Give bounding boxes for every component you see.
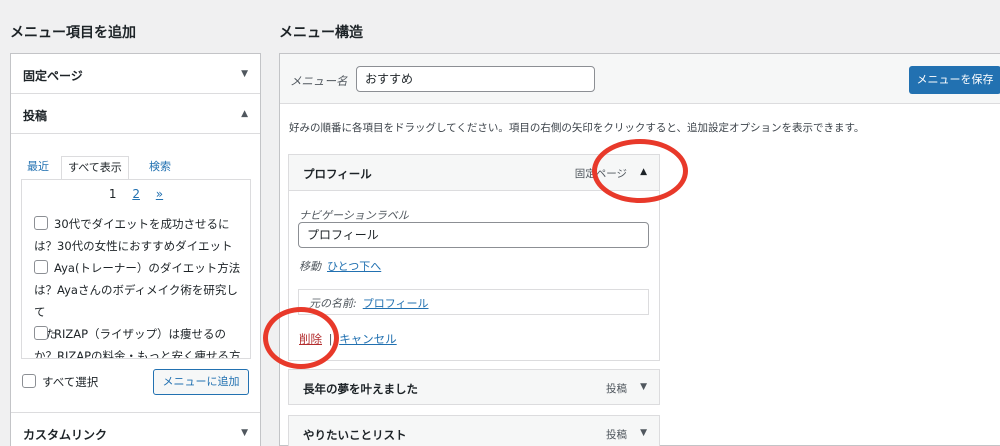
menu-name-input[interactable]: おすすめ bbox=[356, 66, 595, 92]
posts-tabs: 最近 すべて表示 検索 bbox=[21, 156, 251, 180]
chevron-up-icon[interactable]: ▲ bbox=[241, 109, 248, 119]
chevron-down-icon[interactable]: ▼ bbox=[241, 428, 248, 438]
list-item[interactable]: 30代でダイエットを成功させるに は？30代の女性におすすめダイエット bbox=[34, 213, 244, 257]
annotation-circle-delete bbox=[263, 307, 339, 369]
accordion-custom-link[interactable]: カスタムリンク ▼ bbox=[11, 412, 260, 446]
next-page-link[interactable]: » bbox=[156, 187, 163, 201]
instruction-text: 好みの順番に各項目をドラッグしてください。項目の右側の矢印をクリックすると、追加… bbox=[289, 122, 865, 134]
tab-search[interactable]: 検索 bbox=[143, 156, 177, 180]
annotation-circle-arrow bbox=[592, 139, 688, 203]
select-all-label: すべて選択 bbox=[42, 375, 99, 389]
accordion-fixed-page-label: 固定ページ bbox=[23, 69, 83, 83]
menu-header-bar: メニュー名 おすすめ メニューを保存 bbox=[280, 54, 1000, 104]
chevron-down-icon[interactable]: ▼ bbox=[241, 69, 248, 79]
post-checkbox[interactable] bbox=[34, 260, 48, 274]
add-menu-items-panel: 固定ページ ▼ 投稿 ▲ 最近 すべて表示 検索 1 2 » 30代でダイエット… bbox=[10, 53, 261, 446]
add-menu-items-heading: メニュー項目を追加 bbox=[10, 25, 136, 41]
save-menu-button[interactable]: メニューを保存 bbox=[909, 66, 1000, 94]
accordion-fixed-page[interactable]: 固定ページ ▼ bbox=[11, 54, 260, 94]
menu-item-title: プロフィール bbox=[303, 167, 372, 181]
menu-item-title: 長年の夢を叶えました bbox=[303, 382, 418, 396]
nav-label-caption: ナビゲーションラベル bbox=[299, 209, 409, 222]
menu-item-title: やりたいことリスト bbox=[303, 428, 407, 442]
original-name-label: 元の名前: bbox=[309, 297, 357, 310]
accordion-custom-link-label: カスタムリンク bbox=[23, 428, 108, 442]
nav-label-input[interactable]: プロフィール bbox=[298, 222, 649, 248]
post-checkbox[interactable] bbox=[34, 326, 48, 340]
page-2-link[interactable]: 2 bbox=[132, 187, 140, 201]
original-name-box: 元の名前: プロフィール bbox=[298, 289, 649, 315]
move-row: 移動 ひとつ下へ bbox=[299, 258, 381, 274]
move-label: 移動 bbox=[299, 260, 321, 273]
menu-structure-heading: メニュー構造 bbox=[279, 25, 363, 41]
menu-name-label: メニュー名 bbox=[290, 74, 348, 88]
select-all-checkbox[interactable] bbox=[22, 374, 36, 388]
accordion-posts[interactable]: 投稿 ▲ bbox=[11, 94, 260, 134]
menu-item-type: 投稿 bbox=[606, 383, 627, 395]
add-to-menu-button[interactable]: メニューに追加 bbox=[153, 369, 249, 395]
accordion-posts-label: 投稿 bbox=[23, 109, 48, 123]
menu-item-type: 投稿 bbox=[606, 429, 627, 441]
posts-list-panel: 1 2 » 30代でダイエットを成功させるに は？30代の女性におすすめダイエッ… bbox=[21, 179, 251, 359]
menu-item-todo-list[interactable]: やりたいことリスト 投稿 ▼ bbox=[288, 415, 660, 446]
select-all[interactable]: すべて選択 bbox=[22, 374, 98, 390]
tab-view-all[interactable]: すべて表示 bbox=[61, 156, 129, 180]
page-1: 1 bbox=[108, 187, 117, 201]
tab-recent[interactable]: 最近 bbox=[21, 156, 55, 180]
cancel-link[interactable]: キャンセル bbox=[339, 332, 397, 346]
menu-item-dream[interactable]: 長年の夢を叶えました 投稿 ▼ bbox=[288, 369, 660, 405]
move-down-link[interactable]: ひとつ下へ bbox=[327, 260, 381, 273]
chevron-down-icon[interactable]: ▼ bbox=[640, 428, 647, 438]
chevron-down-icon[interactable]: ▼ bbox=[640, 382, 647, 392]
pagination: 1 2 » bbox=[22, 187, 250, 201]
list-item[interactable]: RIZAP（ライザップ）は痩せるの か？RIZAPの料金・もっと安く痩せる方 bbox=[34, 323, 244, 358]
post-checkbox[interactable] bbox=[34, 216, 48, 230]
original-name-link[interactable]: プロフィール bbox=[363, 297, 429, 310]
menu-structure-panel: メニュー名 おすすめ メニューを保存 好みの順番に各項目をドラッグしてください。… bbox=[279, 53, 1000, 446]
